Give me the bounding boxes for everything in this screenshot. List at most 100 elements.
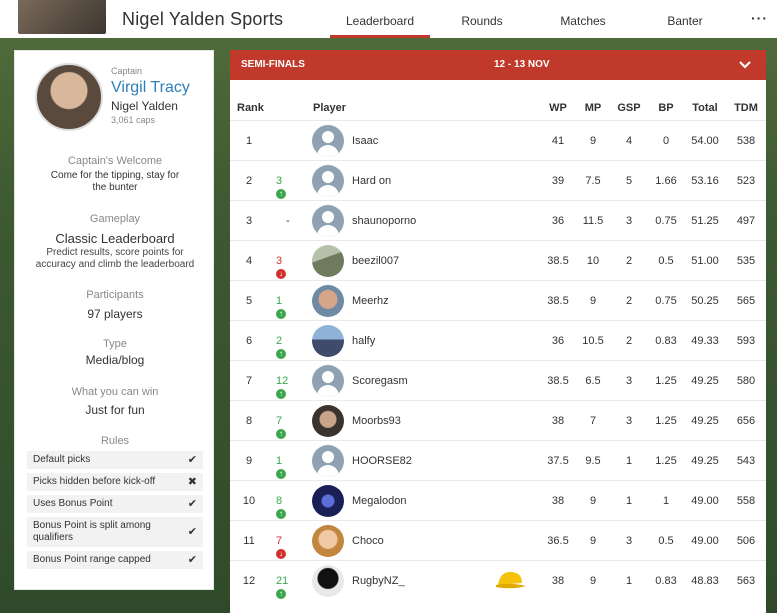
rank-change: ↑ 2	[276, 335, 286, 359]
col-mp[interactable]: MP	[578, 102, 608, 114]
player-avatar[interactable]	[312, 325, 344, 357]
col-wp[interactable]: WP	[543, 102, 573, 114]
rank-change: ↓ 3	[276, 255, 286, 279]
player-name[interactable]: Megalodon	[352, 495, 406, 507]
rank-value: 3	[245, 215, 253, 227]
wp-value: 36.5	[547, 535, 569, 547]
player-avatar[interactable]	[312, 445, 344, 477]
player-avatar[interactable]	[312, 205, 344, 237]
wp-value: 39	[551, 175, 565, 187]
rank-value: 4	[245, 255, 253, 267]
bp-value: 1.25	[655, 375, 677, 387]
player-avatar[interactable]	[312, 485, 344, 517]
round-selector[interactable]: SEMI-FINALS 12 - 13 NOV	[230, 50, 766, 80]
player-avatar[interactable]	[312, 525, 344, 557]
league-avatar[interactable]	[18, 0, 106, 34]
round-name: SEMI-FINALS	[241, 59, 305, 70]
player-avatar[interactable]	[312, 405, 344, 437]
player-name[interactable]: Isaac	[352, 135, 378, 147]
col-bp[interactable]: BP	[650, 102, 682, 114]
rule-label: Bonus Point is split among qualifiers	[33, 520, 151, 543]
col-tdm[interactable]: TDM	[730, 102, 762, 114]
mp-value: 9	[589, 135, 597, 147]
player-name[interactable]: HOORSE82	[352, 455, 412, 467]
rank-change-value: 12	[276, 375, 289, 387]
captain-team: Nigel Yalden	[111, 99, 178, 113]
col-gsp[interactable]: GSP	[613, 102, 645, 114]
table-row[interactable]: 8 ↑ 7 Moorbs93 38 7 3 1.25 49.25 656	[230, 400, 766, 440]
prize-value: Just for fun	[85, 403, 145, 417]
player-avatar[interactable]	[312, 125, 344, 157]
player-avatar[interactable]	[312, 565, 344, 597]
tdm-value: 497	[736, 215, 756, 227]
table-row[interactable]: 10 ↑ 8 Megalodon 38 9 1 1 49.00 558	[230, 480, 766, 520]
table-row[interactable]: 9 ↑ 1 HOORSE82 37.5 9.5 1 1.25 49.25 543	[230, 440, 766, 480]
top-navigation-bar: Nigel Yalden Sports Leaderboard Rounds M…	[0, 0, 777, 38]
table-row[interactable]: 5 ↑ 1 Meerhz 38.5 9 2 0.75 50.25 565	[230, 280, 766, 320]
rule-item: Bonus Point range capped ✔	[27, 551, 203, 569]
bp-value: 0.75	[655, 295, 677, 307]
player-name[interactable]: halfy	[352, 335, 375, 347]
table-row[interactable]: 11 ↓ 7 Choco 36.5 9 3 0.5 49.00 506	[230, 520, 766, 560]
mp-value: 7.5	[585, 175, 601, 187]
welcome-section: Captain's Welcome Come for the tipping, …	[15, 155, 215, 194]
player-avatar[interactable]	[312, 285, 344, 317]
tab-matches[interactable]: Matches	[533, 14, 633, 28]
participants-value: 97 players	[87, 307, 143, 321]
player-name[interactable]: beezil007	[352, 255, 399, 267]
rank-change-value: 3	[276, 255, 283, 267]
player-name[interactable]: shaunoporno	[352, 215, 416, 227]
captain-name-link[interactable]: Virgil Tracy	[111, 79, 190, 97]
gsp-value: 3	[625, 535, 633, 547]
player-avatar[interactable]	[312, 245, 344, 277]
gameplay-section: Gameplay Classic Leaderboard Predict res…	[15, 213, 215, 271]
rank-change-value: 21	[276, 575, 289, 587]
check-icon: ✔	[187, 554, 197, 566]
rank-change-value: 2	[276, 335, 283, 347]
table-row[interactable]: 1 Isaac 41 9 4 0 54.00 538	[230, 120, 766, 160]
bp-value: 0.75	[655, 215, 677, 227]
tab-banter[interactable]: Banter	[635, 14, 735, 28]
active-tab-indicator	[330, 35, 430, 38]
table-row[interactable]: 3 - shaunoporno 36 11.5 3 0.75 51.25 497	[230, 200, 766, 240]
player-name[interactable]: Scoregasm	[352, 375, 408, 387]
tab-leaderboard[interactable]: Leaderboard	[330, 14, 430, 28]
total-value: 49.00	[691, 495, 719, 507]
chevron-down-icon[interactable]	[738, 58, 752, 72]
tdm-value: 535	[736, 255, 756, 267]
captain-avatar[interactable]	[35, 63, 103, 131]
table-row[interactable]: 2 ↑ 3 Hard on 39 7.5 5 1.66 53.16 523	[230, 160, 766, 200]
col-player[interactable]: Player	[313, 102, 346, 114]
wp-value: 38.5	[547, 255, 569, 267]
rank-value: 5	[245, 295, 253, 307]
rule-label: Uses Bonus Point	[33, 498, 113, 509]
player-avatar[interactable]	[312, 365, 344, 397]
rank-change-value: -	[286, 215, 290, 227]
player-name[interactable]: Meerhz	[352, 295, 389, 307]
bp-value: 1	[662, 495, 670, 507]
table-row[interactable]: 6 ↑ 2 halfy 36 10.5 2 0.83 49.33 593	[230, 320, 766, 360]
gameplay-description: Predict results, score points for accura…	[35, 247, 195, 270]
table-row[interactable]: 7 ↑ 12 Scoregasm 38.5 6.5 3 1.25 49.25 580	[230, 360, 766, 400]
gameplay-value: Classic Leaderboard	[55, 231, 175, 246]
bp-value: 0.5	[658, 535, 674, 547]
col-total[interactable]: Total	[688, 102, 722, 114]
col-rank[interactable]: Rank	[237, 102, 264, 114]
player-avatar[interactable]	[312, 165, 344, 197]
arrow-up-icon: ↑	[276, 469, 286, 479]
tdm-value: 506	[736, 535, 756, 547]
table-row[interactable]: 12 ↑ 21 RugbyNZ_ 38 9 1 0.83 48.83 563	[230, 560, 766, 600]
rank-change: ↑ 12	[276, 375, 289, 399]
tab-rounds[interactable]: Rounds	[432, 14, 532, 28]
player-name[interactable]: RugbyNZ_	[352, 575, 405, 587]
welcome-text: Come for the tipping, stay for the bunte…	[50, 170, 180, 193]
tdm-value: 656	[736, 415, 756, 427]
table-row[interactable]: 4 ↓ 3 beezil007 38.5 10 2 0.5 51.00 535	[230, 240, 766, 280]
rank-change: ↑ 7	[276, 415, 286, 439]
player-name[interactable]: Moorbs93	[352, 415, 401, 427]
player-name[interactable]: Choco	[352, 535, 384, 547]
rule-label: Default picks	[33, 454, 91, 465]
bp-value: 1.25	[655, 455, 677, 467]
player-name[interactable]: Hard on	[352, 175, 391, 187]
more-menu-icon[interactable]: ···	[751, 10, 768, 26]
